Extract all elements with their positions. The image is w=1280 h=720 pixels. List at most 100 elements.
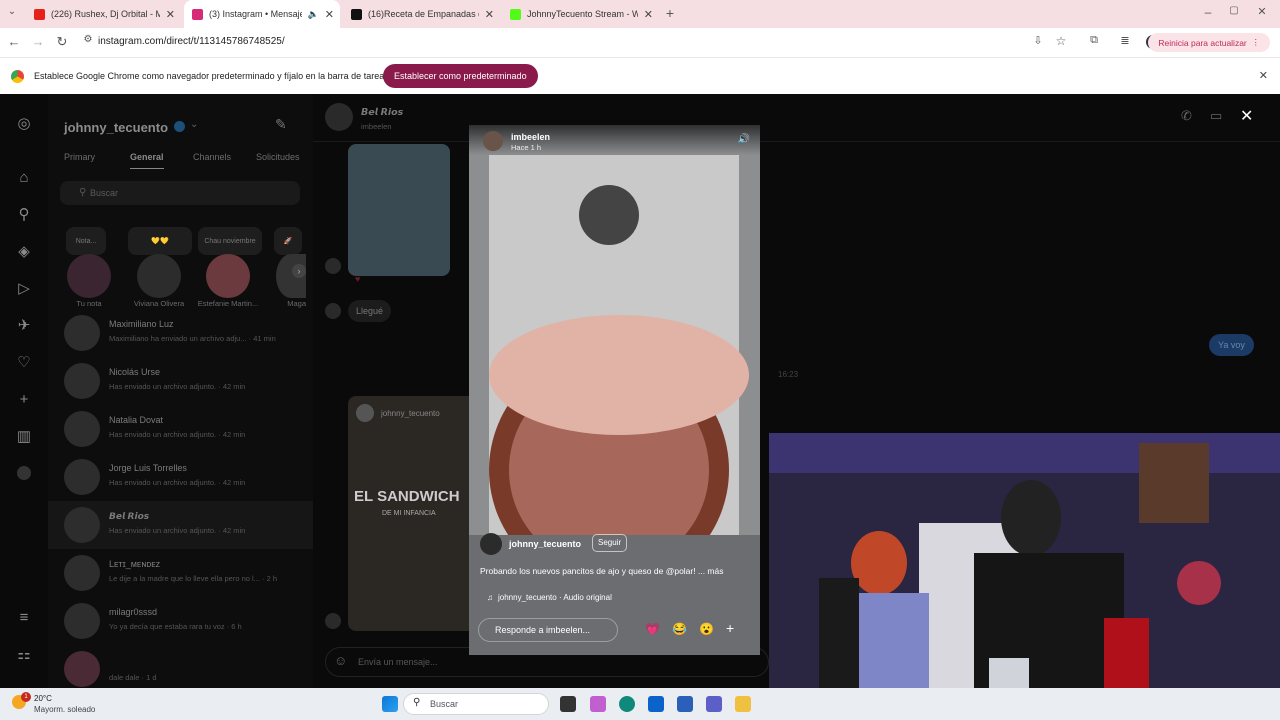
- avatar[interactable]: [483, 131, 503, 151]
- search-input[interactable]: Buscar: [60, 181, 300, 205]
- set-default-button[interactable]: Establecer como predeterminado: [383, 64, 538, 88]
- follow-button[interactable]: Seguir: [592, 534, 628, 552]
- explore-icon[interactable]: ◈: [14, 242, 34, 262]
- extensions-icon[interactable]: ⧉: [1086, 34, 1102, 47]
- tab-requests[interactable]: Solicitudes: [256, 152, 300, 162]
- chevron-down-icon[interactable]: ⌄: [190, 119, 198, 130]
- story-avatar[interactable]: [206, 254, 250, 298]
- conversation-item[interactable]: Lᴇᴛɪ_ᴍᴇɴᴅᴇᴢ Le dije a la madre que lo lle…: [48, 549, 313, 597]
- site-info-icon[interactable]: ⚙: [80, 34, 96, 45]
- dashboard-icon[interactable]: ▥: [14, 427, 34, 447]
- notifications-icon[interactable]: ♡: [14, 353, 34, 373]
- note-bubble[interactable]: Chau noviembre: [198, 227, 262, 255]
- edge-icon[interactable]: [619, 696, 635, 712]
- post-username[interactable]: johnny_tecuento: [509, 539, 581, 549]
- conversation-item[interactable]: Maximiliano Luz Maximiliano ha enviado un…: [48, 309, 313, 357]
- outlook-icon[interactable]: [648, 696, 664, 712]
- tab-general[interactable]: General: [130, 152, 164, 169]
- phone-icon[interactable]: ✆: [1181, 108, 1192, 124]
- file-explorer-icon[interactable]: [735, 696, 751, 712]
- story-avatar[interactable]: [137, 254, 181, 298]
- tab-instagram[interactable]: (3) Instagram • Mensajes 🔈 ✕: [184, 0, 340, 28]
- back-icon[interactable]: ←: [6, 34, 22, 49]
- new-tab-icon[interactable]: +: [662, 5, 678, 21]
- tab-youtube[interactable]: (226) Rushex, Dj Orbital - MON ✕: [26, 0, 181, 28]
- avatar[interactable]: [325, 103, 353, 131]
- reload-icon[interactable]: ↻: [54, 34, 70, 50]
- conversation-name: milagr0sssd: [109, 607, 158, 617]
- close-tab-icon[interactable]: ✕: [485, 8, 494, 21]
- conversation-item[interactable]: Jorge Luis Torrelles Has enviado un archi…: [48, 453, 313, 501]
- next-arrow-icon[interactable]: ›: [292, 264, 306, 278]
- store-icon[interactable]: [677, 696, 693, 712]
- audio-label[interactable]: johnny_tecuento · Audio original: [498, 593, 612, 602]
- conversation-item[interactable]: Natalia Dovat Has enviado un archivo adju…: [48, 405, 313, 453]
- address-bar-row: ← → ↻ ⚙ instagram.com/direct/t/113145786…: [0, 28, 1280, 57]
- search-placeholder: Buscar: [90, 188, 119, 198]
- close-tab-icon[interactable]: ✕: [166, 8, 175, 21]
- music-note-icon: ♫: [487, 593, 493, 602]
- close-viewer-icon[interactable]: ✕: [1240, 106, 1253, 126]
- speaker-icon[interactable]: 🔈: [308, 9, 319, 20]
- tab-channels[interactable]: Channels: [193, 152, 231, 162]
- close-tab-icon[interactable]: ✕: [325, 8, 334, 21]
- story-header: imbeelen Hace 1 h 🔊: [469, 125, 760, 155]
- tab-kick[interactable]: JohnnyTecuento Stream - Watc ✕: [502, 0, 659, 28]
- more-reactions-icon[interactable]: +: [726, 620, 734, 636]
- install-app-icon[interactable]: ⇩: [1030, 34, 1046, 47]
- close-tab-icon[interactable]: ✕: [644, 8, 653, 21]
- reading-list-icon[interactable]: ≣: [1117, 34, 1133, 47]
- tab-primary[interactable]: Primary: [64, 152, 95, 162]
- video-call-icon[interactable]: ▭: [1210, 108, 1222, 124]
- avatar[interactable]: [480, 533, 502, 555]
- bookmark-star-icon[interactable]: ☆: [1053, 34, 1069, 48]
- emoji-icon[interactable]: ☺: [334, 653, 347, 668]
- teams-icon[interactable]: [706, 696, 722, 712]
- maximize-icon[interactable]: ▢: [1226, 5, 1242, 16]
- note-bubble[interactable]: 💛💛: [128, 227, 192, 255]
- taskbar-search[interactable]: Buscar: [403, 693, 549, 715]
- reply-input[interactable]: Responde a imbeelen...: [478, 618, 618, 642]
- story-viewer[interactable]: imbeelen Hace 1 h 🔊 johnny_tecuento Segu…: [469, 125, 760, 655]
- speaker-icon[interactable]: 🔊: [738, 134, 750, 145]
- compose-icon[interactable]: ✎: [275, 116, 287, 133]
- windows-start-icon[interactable]: [382, 696, 398, 712]
- minimize-icon[interactable]: –: [1200, 5, 1216, 19]
- restart-update-button[interactable]: Reinicia para actualizar ⋮: [1148, 33, 1270, 52]
- shared-post[interactable]: johnny_tecuento EL SANDWICH DE MI INFANC…: [348, 396, 478, 631]
- stream-overlay-video[interactable]: [769, 433, 1280, 688]
- note-bubble[interactable]: Nota...: [66, 227, 106, 255]
- chat-name[interactable]: 𝘽𝙚𝙡 𝙍𝙞𝙤𝙨: [361, 107, 403, 118]
- home-icon[interactable]: ⌂: [14, 168, 34, 188]
- conversation-item[interactable]: milagr0sssd Yo ya decía que estaba rara t…: [48, 597, 313, 645]
- weather-desc: Mayorm. soleado: [34, 705, 96, 714]
- wow-reaction[interactable]: 😮: [699, 622, 714, 636]
- account-username[interactable]: johnny_tecuento: [64, 120, 168, 135]
- laugh-reaction[interactable]: 😂: [672, 622, 687, 636]
- url-field[interactable]: instagram.com/direct/t/113145786748525/: [98, 36, 285, 47]
- conversation-item[interactable]: dale dale · 1 d: [48, 645, 313, 693]
- meta-apps-icon[interactable]: ⚏: [14, 645, 34, 665]
- search-icon[interactable]: ⚲: [14, 205, 34, 225]
- instagram-logo-icon[interactable]: ◎: [14, 114, 34, 134]
- profile-avatar[interactable]: [17, 466, 31, 480]
- task-view-icon[interactable]: [560, 696, 576, 712]
- tab-tiktok[interactable]: (16)Receta de Empanadas de C ✕: [343, 0, 500, 28]
- heart-eyes-reaction[interactable]: 💗: [645, 622, 660, 636]
- tab-search-chevron-icon[interactable]: ⌄: [4, 6, 20, 17]
- close-window-icon[interactable]: ✕: [1254, 5, 1270, 18]
- map-attachment[interactable]: [348, 144, 450, 276]
- conversation-item-selected[interactable]: 𝘽𝙚𝙡 𝙍𝙞𝙤𝙨 Has enviado un archivo adjunto. …: [48, 501, 313, 549]
- avatar: [64, 651, 100, 687]
- menu-icon[interactable]: ≡: [14, 608, 34, 628]
- copilot-icon[interactable]: [590, 696, 606, 712]
- story-username[interactable]: imbeelen: [511, 132, 550, 142]
- note-bubble[interactable]: 🚀: [274, 227, 302, 255]
- create-icon[interactable]: +: [14, 390, 34, 410]
- conversation-item[interactable]: Nicolás Urse Has enviado un archivo adjun…: [48, 357, 313, 405]
- close-infobar-icon[interactable]: ✕: [1259, 69, 1268, 82]
- forward-icon[interactable]: →: [30, 34, 46, 49]
- reels-icon[interactable]: ▷: [14, 279, 34, 299]
- messages-icon[interactable]: ✈: [14, 316, 34, 336]
- story-avatar[interactable]: [67, 254, 111, 298]
